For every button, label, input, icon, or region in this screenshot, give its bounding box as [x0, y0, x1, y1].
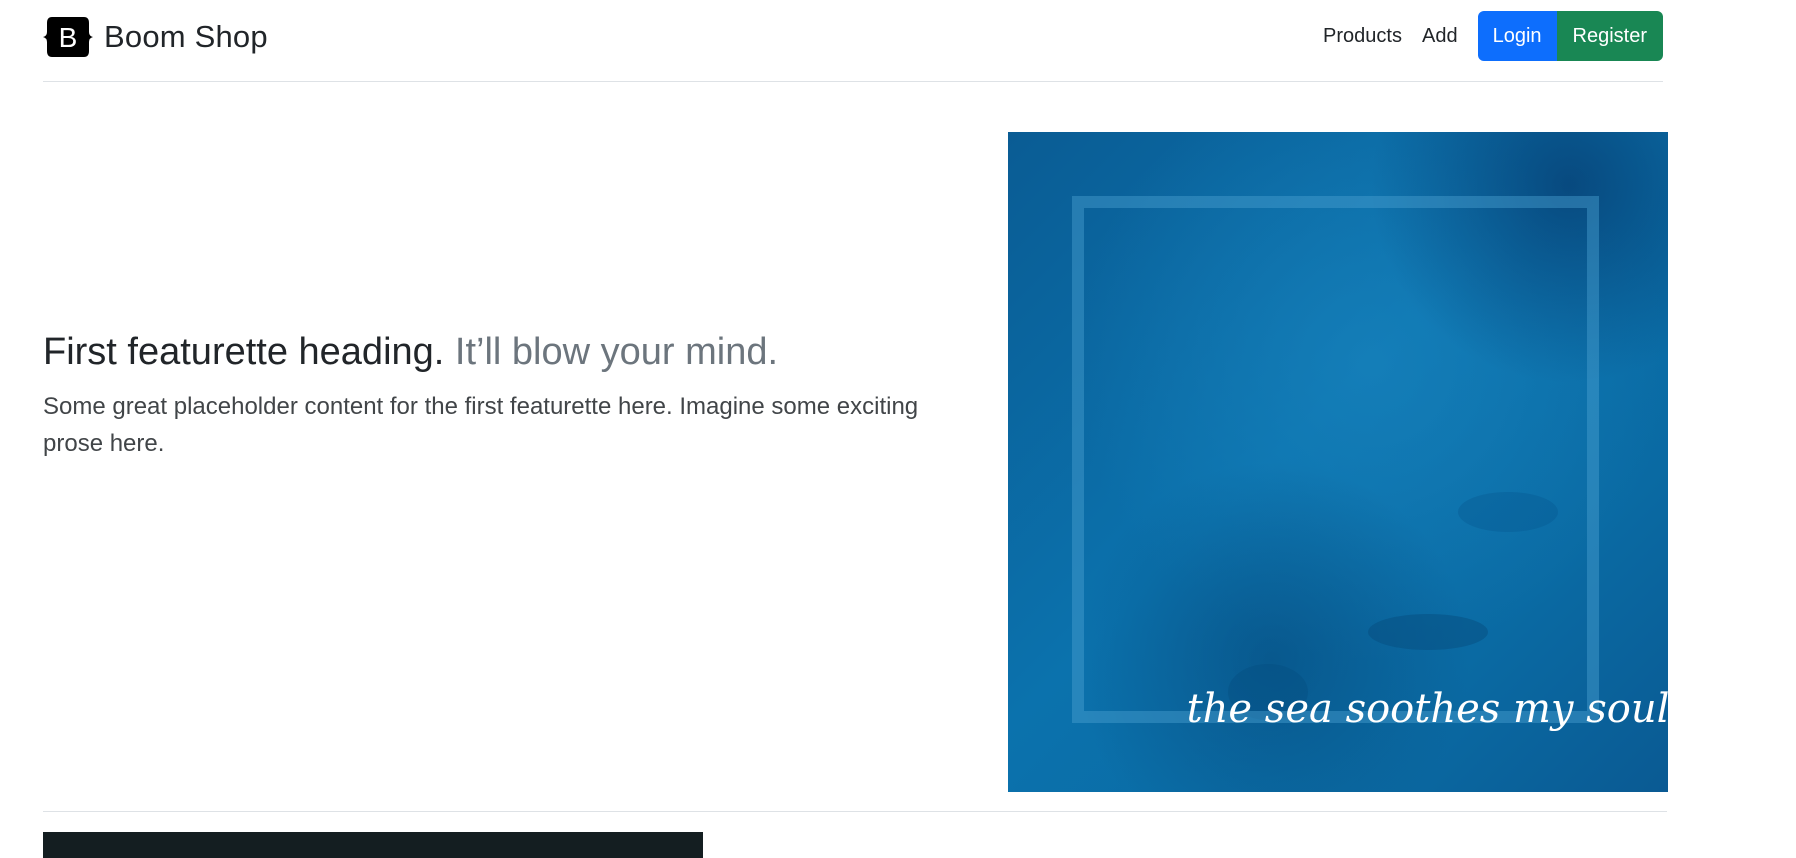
- auth-button-group: Login Register: [1477, 11, 1663, 61]
- login-button[interactable]: Login: [1477, 11, 1557, 61]
- section-divider: [43, 811, 1667, 812]
- svg-text:B: B: [59, 22, 78, 53]
- main-nav: Products Add Login Register: [1313, 11, 1663, 61]
- brand-link[interactable]: B Boom Shop: [43, 15, 268, 59]
- nav-add[interactable]: Add: [1412, 25, 1468, 48]
- register-button[interactable]: Register: [1556, 11, 1663, 61]
- page: B Boom Shop Products Add Login Register …: [0, 0, 1796, 858]
- nav-products[interactable]: Products: [1313, 25, 1412, 48]
- ocean-image-icon: the sea soothes my soul: [1008, 132, 1669, 792]
- featurette-image: the sea soothes my soul: [1008, 132, 1669, 792]
- site-header: B Boom Shop Products Add Login Register: [43, 0, 1663, 82]
- brand-name: Boom Shop: [104, 19, 268, 54]
- featurette-heading-muted: It’ll blow your mind.: [454, 331, 779, 373]
- featurette-lead: Some great placeholder content for the f…: [43, 392, 919, 457]
- featurette-heading-main: First featurette heading.: [43, 331, 445, 373]
- next-featurette-image: [43, 832, 703, 858]
- featurette-heading: First featurette heading. It’ll blow you…: [43, 330, 983, 376]
- bootstrap-logo-icon: B: [43, 15, 93, 59]
- featurette-text: First featurette heading. It’ll blow you…: [43, 330, 983, 462]
- svg-text:the sea soothes my soul: the sea soothes my soul: [1187, 686, 1668, 732]
